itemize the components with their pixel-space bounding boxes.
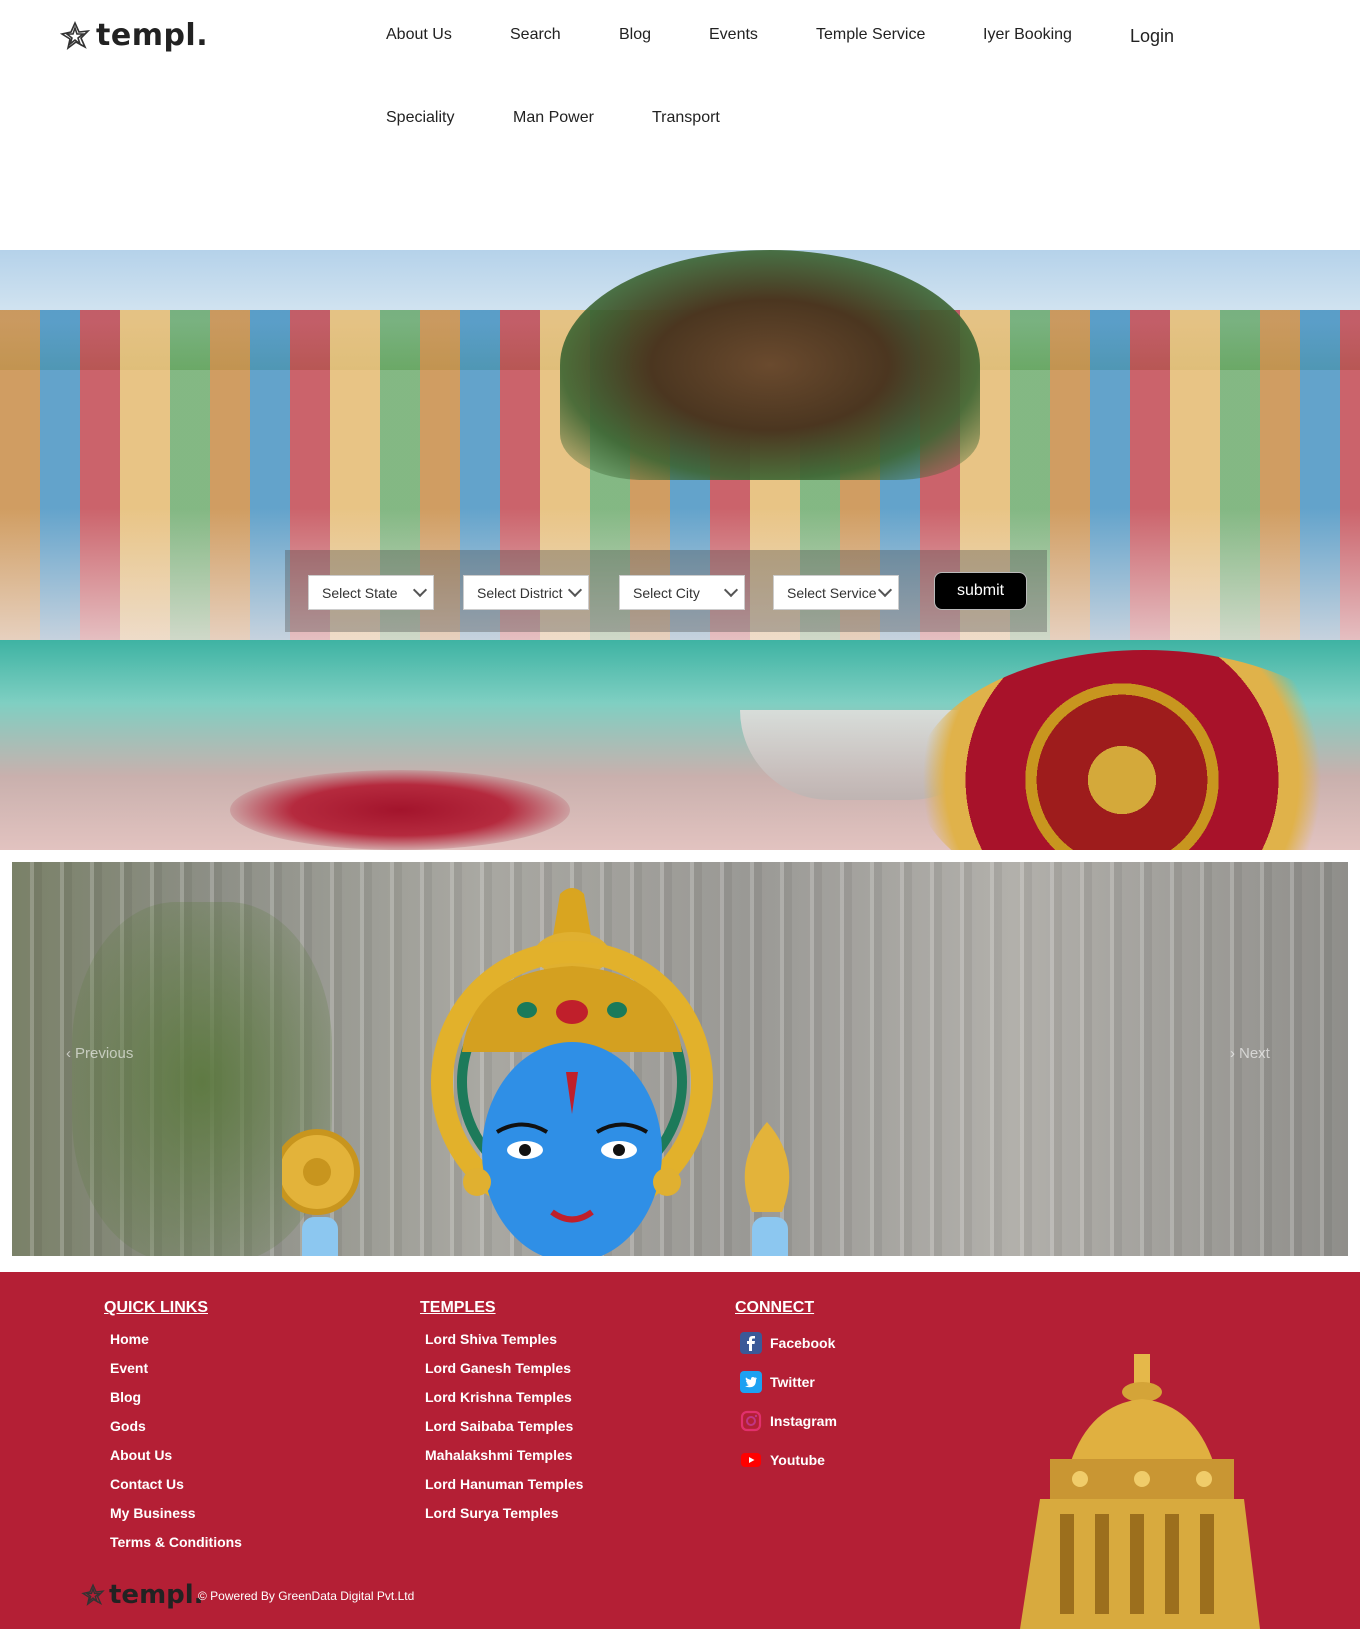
footer-link-krishna-temples[interactable]: Lord Krishna Temples bbox=[425, 1389, 572, 1405]
temples-heading: TEMPLES bbox=[420, 1299, 496, 1316]
footer-link-about-us[interactable]: About Us bbox=[110, 1447, 172, 1463]
chevron-right-icon: › bbox=[1230, 1045, 1235, 1062]
footer-link-shiva-temples[interactable]: Lord Shiva Temples bbox=[425, 1331, 557, 1347]
footer-link-terms[interactable]: Terms & Conditions bbox=[110, 1534, 242, 1550]
footer-link-home[interactable]: Home bbox=[110, 1331, 149, 1347]
state-select[interactable]: Select State bbox=[308, 575, 434, 610]
social-youtube-label: Youtube bbox=[770, 1452, 825, 1468]
footer-link-contact-us[interactable]: Contact Us bbox=[110, 1476, 184, 1492]
footer-brand-logo[interactable]: templ. bbox=[80, 1580, 204, 1610]
chevron-down-icon bbox=[723, 582, 739, 598]
carousel-previous-label: Previous bbox=[75, 1045, 134, 1062]
chevron-down-icon bbox=[412, 582, 428, 598]
nav-speciality[interactable]: Speciality bbox=[386, 109, 454, 127]
kumkum-powder bbox=[230, 770, 570, 850]
nav-login[interactable]: Login bbox=[1130, 26, 1174, 47]
hero-tree bbox=[560, 250, 980, 480]
chevron-down-icon bbox=[877, 582, 893, 598]
footer-link-surya-temples[interactable]: Lord Surya Temples bbox=[425, 1505, 559, 1521]
footer-link-hanuman-temples[interactable]: Lord Hanuman Temples bbox=[425, 1476, 583, 1492]
site-header: templ. About Us Search Blog Events Templ… bbox=[0, 0, 1360, 250]
footer-link-ganesh-temples[interactable]: Lord Ganesh Temples bbox=[425, 1360, 571, 1376]
twitter-icon bbox=[740, 1371, 762, 1393]
social-twitter[interactable]: Twitter bbox=[740, 1371, 815, 1393]
nav-search[interactable]: Search bbox=[510, 26, 561, 44]
city-select-value: Select City bbox=[633, 584, 700, 601]
submit-button[interactable]: submit bbox=[934, 572, 1027, 610]
image-carousel bbox=[12, 862, 1348, 1256]
copyright-text: © Powered By GreenData Digital Pvt.Ltd bbox=[198, 1589, 415, 1603]
social-facebook-label: Facebook bbox=[770, 1335, 836, 1351]
site-footer: QUICK LINKS Home Event Blog Gods About U… bbox=[0, 1272, 1360, 1629]
footer-link-saibaba-temples[interactable]: Lord Saibaba Temples bbox=[425, 1418, 573, 1434]
nav-transport[interactable]: Transport bbox=[652, 109, 720, 127]
brand-logo[interactable]: templ. bbox=[58, 18, 208, 53]
nav-about-us[interactable]: About Us bbox=[386, 26, 452, 44]
nav-iyer-booking[interactable]: Iyer Booking bbox=[983, 26, 1072, 44]
hero-banner: Select State Select District Select City… bbox=[0, 250, 1360, 850]
youtube-icon bbox=[741, 1453, 761, 1467]
carousel-next-button[interactable]: › Next bbox=[1230, 1045, 1270, 1062]
social-twitter-label: Twitter bbox=[770, 1374, 815, 1390]
service-select[interactable]: Select Service bbox=[773, 575, 899, 610]
footer-link-mahalakshmi-temples[interactable]: Mahalakshmi Temples bbox=[425, 1447, 573, 1463]
district-select-value: Select District bbox=[477, 584, 563, 601]
nav-events[interactable]: Events bbox=[709, 26, 758, 44]
nav-man-power[interactable]: Man Power bbox=[513, 109, 594, 127]
footer-link-gods[interactable]: Gods bbox=[110, 1418, 146, 1434]
footer-link-event[interactable]: Event bbox=[110, 1360, 148, 1376]
state-select-value: Select State bbox=[322, 584, 398, 601]
city-select[interactable]: Select City bbox=[619, 575, 745, 610]
footer-link-my-business[interactable]: My Business bbox=[110, 1505, 196, 1521]
facebook-icon bbox=[740, 1332, 762, 1354]
social-instagram-label: Instagram bbox=[770, 1413, 837, 1429]
footer-link-blog[interactable]: Blog bbox=[110, 1389, 141, 1405]
carousel-previous-button[interactable]: ‹ Previous bbox=[66, 1045, 133, 1062]
connect-heading: CONNECT bbox=[735, 1299, 815, 1316]
chevron-down-icon bbox=[567, 582, 583, 598]
footer-brand-name: templ. bbox=[109, 1580, 204, 1610]
nav-temple-service[interactable]: Temple Service bbox=[816, 26, 925, 44]
service-select-value: Select Service bbox=[787, 584, 877, 601]
instagram-icon bbox=[740, 1410, 762, 1432]
chevron-left-icon: ‹ bbox=[66, 1045, 71, 1062]
logo-mark-icon bbox=[81, 1583, 105, 1606]
carousel-next-label: Next bbox=[1239, 1045, 1270, 1062]
golden-temple-image bbox=[1020, 1354, 1260, 1629]
deity-statue-image bbox=[282, 888, 790, 1256]
district-select[interactable]: Select District bbox=[463, 575, 589, 610]
social-instagram[interactable]: Instagram bbox=[740, 1410, 837, 1432]
social-facebook[interactable]: Facebook bbox=[740, 1332, 835, 1354]
brand-name: templ. bbox=[96, 18, 209, 53]
logo-mark-icon bbox=[59, 20, 91, 50]
social-youtube[interactable]: Youtube bbox=[740, 1449, 825, 1471]
quick-links-heading: QUICK LINKS bbox=[104, 1299, 208, 1316]
nav-blog[interactable]: Blog bbox=[619, 26, 651, 44]
